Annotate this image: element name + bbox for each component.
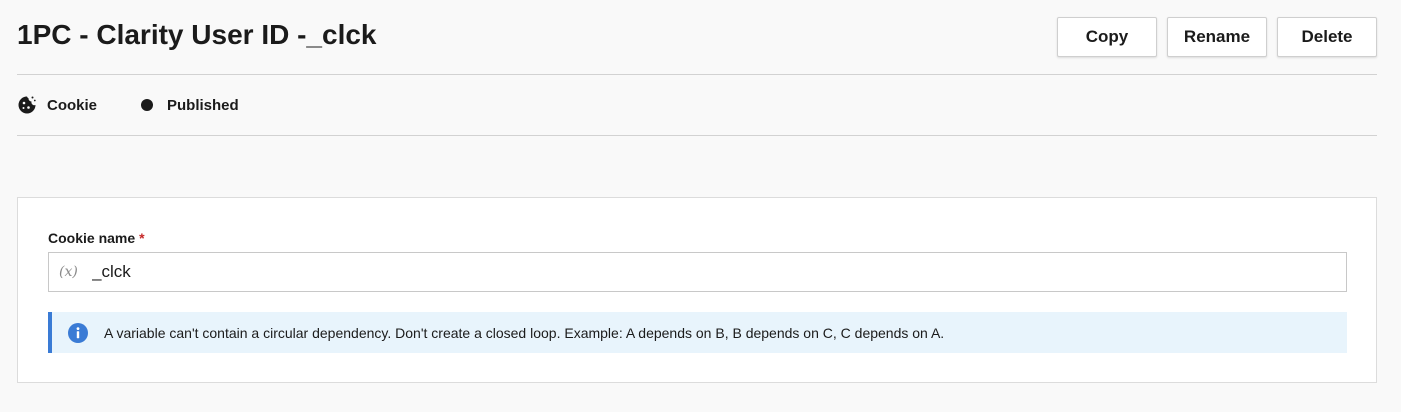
publish-status: Published <box>141 95 239 115</box>
cookie-name-label: Cookie name * <box>48 230 145 246</box>
copy-button[interactable]: Copy <box>1057 17 1157 57</box>
cookie-icon <box>17 95 37 115</box>
publish-status-label: Published <box>167 96 239 114</box>
info-notice: A variable can't contain a circular depe… <box>48 312 1347 353</box>
cookie-name-input[interactable] <box>92 257 1346 287</box>
required-marker: * <box>139 230 145 246</box>
variable-type: Cookie <box>17 95 97 115</box>
cookie-name-label-text: Cookie name <box>48 230 136 246</box>
cookie-name-field[interactable]: (x) <box>48 252 1347 292</box>
info-icon <box>68 322 88 343</box>
delete-button[interactable]: Delete <box>1277 17 1377 57</box>
info-notice-text: A variable can't contain a circular depe… <box>104 324 945 341</box>
variable-type-label: Cookie <box>47 96 98 114</box>
page-header: 1PC - Clarity User ID -_clck Copy Rename… <box>17 0 1377 75</box>
variable-icon[interactable]: (x) <box>59 264 83 280</box>
page-title: 1PC - Clarity User ID -_clck <box>17 19 377 50</box>
status-dot-icon <box>141 99 153 111</box>
rename-button[interactable]: Rename <box>1167 17 1267 57</box>
variable-meta-bar: Cookie Published <box>17 75 1377 136</box>
cookie-settings-card: Cookie name* (x) A variable can't contai… <box>17 197 1377 383</box>
